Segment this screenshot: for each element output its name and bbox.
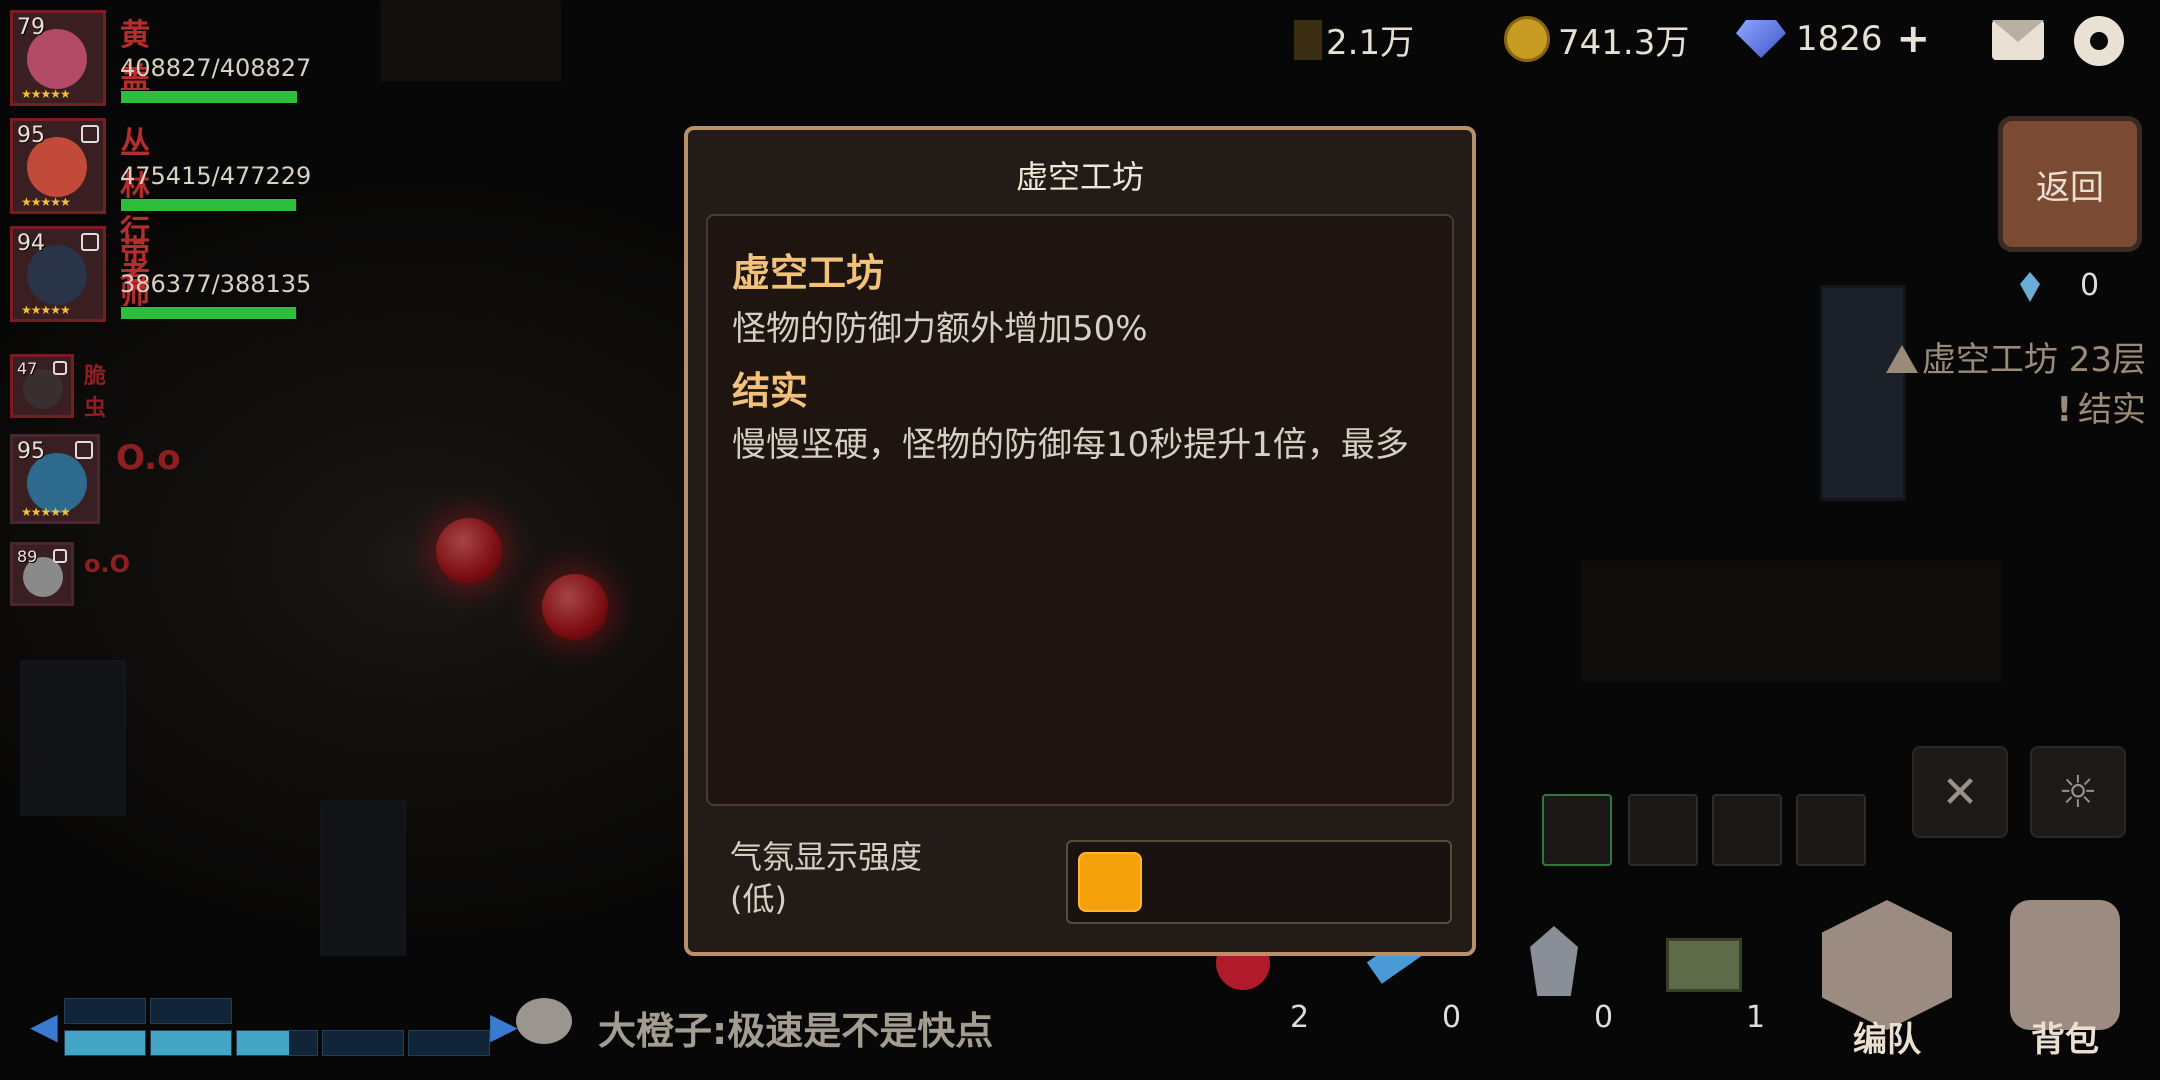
ambience-label-level: (低)	[730, 880, 787, 918]
section-text: 怪物的防御力额外增加50%	[732, 309, 1148, 349]
diamond-amount: 1826	[1796, 19, 1883, 59]
hp-text: 475415/477229	[120, 162, 312, 190]
section-title: 虚空工坊	[732, 251, 885, 295]
item-count: 0	[1594, 1000, 1614, 1035]
chest-shape	[1666, 938, 1742, 992]
lock-icon	[53, 549, 67, 563]
star-rating: ★★★★★	[21, 505, 71, 519]
hp-bar	[120, 198, 298, 212]
item-count: 1	[1746, 1000, 1766, 1035]
chevron-left-icon[interactable]: ◀	[30, 1006, 58, 1047]
zone-label: 虚空工坊 23层	[1885, 332, 2146, 381]
skill-slot[interactable]	[1628, 794, 1698, 866]
avatar[interactable]: 79 ★★★★★	[10, 10, 106, 106]
add-diamonds-button[interactable]: +	[1897, 16, 1931, 62]
pager-cell	[150, 1030, 232, 1056]
hp-fill	[121, 199, 297, 211]
section-text: 慢慢坚硬，怪物的防御每10秒提升1倍，最多	[732, 425, 1409, 465]
avatar[interactable]: 89	[10, 542, 74, 606]
skill-slot[interactable]	[1542, 794, 1612, 866]
wheat-resource: 2.1万	[1268, 10, 1414, 68]
zone-name: 虚空工坊 23层	[1921, 340, 2146, 380]
lock-icon	[81, 233, 99, 251]
lock-icon	[53, 361, 67, 375]
avatar[interactable]: 94 ★★★★★	[10, 226, 106, 322]
crystal-count: 0	[2080, 268, 2100, 303]
pager-cell	[150, 998, 232, 1024]
ambience-label: 气氛显示强度 (低)	[730, 836, 922, 920]
formation-button[interactable]: 编队	[1812, 900, 1962, 1060]
hp-text: 386377/388135	[120, 270, 312, 298]
backpack-label: 背包	[2031, 1020, 2099, 1060]
wheat-box	[1294, 20, 1322, 60]
item-count: 2	[1290, 1000, 1310, 1035]
gold-coin-icon	[1504, 16, 1550, 62]
avatar[interactable]: 95 ★★★★★	[10, 118, 106, 214]
backpack-icon	[2010, 900, 2120, 1030]
level-label: 47	[17, 359, 38, 378]
lock-icon	[75, 441, 93, 459]
pager-cell	[64, 998, 146, 1024]
section-title: 结实	[732, 369, 809, 413]
pager-cell	[408, 1030, 490, 1056]
pager-cell	[322, 1030, 404, 1056]
dialog-title: 虚空工坊	[1015, 158, 1144, 196]
skill-slot[interactable]	[1712, 794, 1782, 866]
level-label: 79	[17, 15, 45, 40]
mail-icon[interactable]	[1992, 20, 2044, 60]
avatar[interactable]: 47	[10, 354, 74, 418]
chevron-right-icon[interactable]: ▶	[490, 1006, 518, 1047]
stone-icon[interactable]	[1516, 920, 1596, 1000]
exclamation-icon: !	[2056, 390, 2072, 430]
ambience-label-title: 气氛显示强度	[730, 838, 923, 876]
hp-bar	[120, 306, 298, 320]
chat-bubble-icon[interactable]	[516, 998, 572, 1044]
avatar[interactable]: 95 ★★★★★	[10, 434, 100, 524]
level-label: 95	[17, 123, 45, 148]
pager-cell	[236, 1030, 318, 1056]
level-label: 95	[17, 439, 45, 464]
star-rating: ★★★★★	[21, 87, 71, 101]
crossed-swords-icon[interactable]: ✕	[1912, 746, 2008, 838]
description-panel: 虚空工坊 怪物的防御力额外增加50% 结实 慢慢坚硬，怪物的防御每10秒提升1倍…	[706, 214, 1454, 806]
slider-handle[interactable]	[1078, 852, 1142, 912]
zone-modifier-label: ! 结实	[2056, 382, 2146, 431]
gear-icon[interactable]	[2074, 16, 2124, 66]
item-count: 0	[1442, 1000, 1462, 1035]
gold-resource: 741.3万	[1504, 10, 1689, 68]
ambience-slider[interactable]	[1066, 840, 1452, 924]
hp-text: 408827/408827	[120, 54, 312, 82]
info-dialog: 虚空工坊 虚空工坊 怪物的防御力额外增加50% 结实 慢慢坚硬，怪物的防御每10…	[684, 126, 1476, 956]
level-label: 89	[17, 547, 38, 566]
member-name: o.O	[84, 550, 131, 578]
zone-modifier: 结实	[2078, 390, 2146, 430]
wheat-icon	[1268, 14, 1322, 64]
wheat-amount: 2.1万	[1326, 22, 1415, 63]
stone-shape	[1530, 926, 1578, 996]
hp-fill	[121, 307, 297, 319]
lightbulb-icon[interactable]: ☼	[2030, 746, 2126, 838]
star-rating: ★★★★★	[21, 303, 71, 317]
formation-icon	[1822, 900, 1952, 1030]
backpack-button[interactable]: 背包	[1990, 900, 2140, 1060]
treasure-chest-icon[interactable]	[1662, 920, 1742, 1000]
member-name: 脆虫	[84, 364, 107, 421]
star-rating: ★★★★★	[21, 195, 71, 209]
hp-bar	[120, 90, 298, 104]
warning-icon	[1885, 345, 1918, 373]
gold-amount: 741.3万	[1558, 22, 1690, 63]
chat-message[interactable]: 大橙子:极速是不是快点	[598, 1000, 993, 1055]
diamond-icon	[1736, 20, 1786, 58]
pager-cell	[64, 1030, 146, 1056]
formation-label: 编队	[1853, 1020, 1921, 1060]
back-label: 返回	[2036, 167, 2104, 208]
level-label: 94	[17, 231, 45, 256]
member-name: O.o	[116, 438, 181, 478]
lock-icon	[81, 125, 99, 143]
skill-slot[interactable]	[1796, 794, 1866, 866]
hp-fill	[121, 91, 297, 103]
back-button[interactable]: 返回	[1998, 116, 2142, 252]
diamond-resource: 1826 +	[1736, 10, 1930, 68]
